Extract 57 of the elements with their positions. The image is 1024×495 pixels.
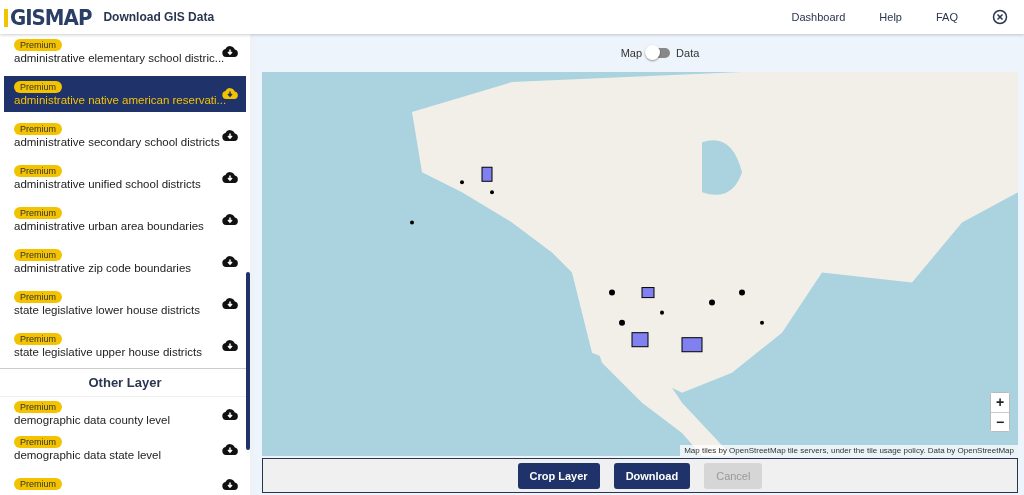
layer-name: administrative secondary school districts (14, 135, 220, 148)
layer-name: state legislative lower house districts (14, 303, 200, 316)
premium-badge: Premium (14, 401, 62, 413)
premium-badge: Premium (14, 436, 62, 448)
scrollbar[interactable] (246, 272, 250, 450)
layer-item[interactable]: Premium administrative elementary school distric... (4, 34, 246, 70)
toggle-label: Data (676, 47, 700, 59)
cloud-download-icon[interactable] (222, 213, 238, 225)
cloud-download-icon[interactable] (222, 297, 238, 309)
logo[interactable]: GISMAP (4, 4, 92, 30)
cloud-download-icon[interactable] (222, 171, 238, 183)
layer-item[interactable]: Premium administrative zip code boundaries (4, 244, 246, 280)
premium-badge: Premium (14, 122, 62, 135)
cloud-download-icon[interactable] (222, 129, 238, 141)
layer-item[interactable]: Premium administrative secondary school districts (4, 118, 246, 154)
action-button[interactable]: Crop Layer (517, 462, 600, 489)
layer-name: administrative zip code boundaries (14, 261, 192, 274)
layer-name: administrative urban area boundaries (14, 219, 204, 232)
toggle-label: Map (620, 47, 643, 59)
cloud-download-icon[interactable] (222, 45, 238, 57)
layer-item[interactable]: Premium demographic data state level (4, 432, 246, 467)
premium-badge: Premium (14, 80, 62, 93)
cloud-download-icon[interactable] (222, 255, 238, 267)
layer-item[interactable]: Premium administrative urban area boundaries (4, 202, 246, 238)
layer-item[interactable]: Premium demographic data county level (4, 397, 246, 432)
view-toggle[interactable] (648, 48, 671, 58)
nav-link[interactable]: FAQ (936, 11, 958, 23)
layer-name: administrative unified school districts (14, 177, 201, 190)
nav-link[interactable]: Dashboard (791, 11, 846, 23)
premium-badge: Premium (14, 38, 62, 51)
cloud-download-icon[interactable] (222, 407, 238, 420)
cloud-download-icon[interactable] (222, 477, 238, 490)
premium-badge: Premium (14, 290, 62, 303)
premium-badge: Premium (14, 248, 62, 261)
layer-name: administrative native american reservati... (14, 93, 227, 106)
section-heading: Other Layer (0, 369, 250, 397)
layer-item[interactable]: Premium administrative unified school districts (4, 160, 246, 196)
zoom-out-button[interactable]: − (991, 412, 1009, 431)
close-icon[interactable] (992, 9, 1008, 25)
premium-badge: Premium (14, 332, 62, 345)
map-attribution: Map tiles by OpenStreetMap tile servers, under the tile usage policy. Data by OpenStreetMap (680, 445, 1018, 456)
cloud-download-icon[interactable] (222, 339, 238, 351)
page-title: Download GIS Data (103, 10, 215, 24)
layer-item[interactable]: Premium state legislative upper house districts (4, 328, 246, 364)
layer-item[interactable]: Premium state legislative lower house districts (4, 286, 246, 322)
layer-name: demographic data state level (14, 449, 162, 461)
cloud-download-icon[interactable] (222, 442, 238, 455)
nav-link[interactable]: Help (879, 11, 902, 23)
layer-name: administrative elementary school distric... (14, 51, 225, 64)
premium-badge: Premium (14, 206, 62, 219)
premium-badge: Premium (14, 477, 62, 490)
action-button[interactable]: Download (613, 462, 691, 489)
layer-name: demographic data county level (14, 414, 170, 426)
layer-name: state legislative upper house districts (14, 345, 202, 358)
layer-item[interactable]: Premium administrative native american reservati... (4, 76, 246, 112)
layer-item[interactable]: Premium (4, 467, 246, 495)
premium-badge: Premium (14, 164, 62, 177)
